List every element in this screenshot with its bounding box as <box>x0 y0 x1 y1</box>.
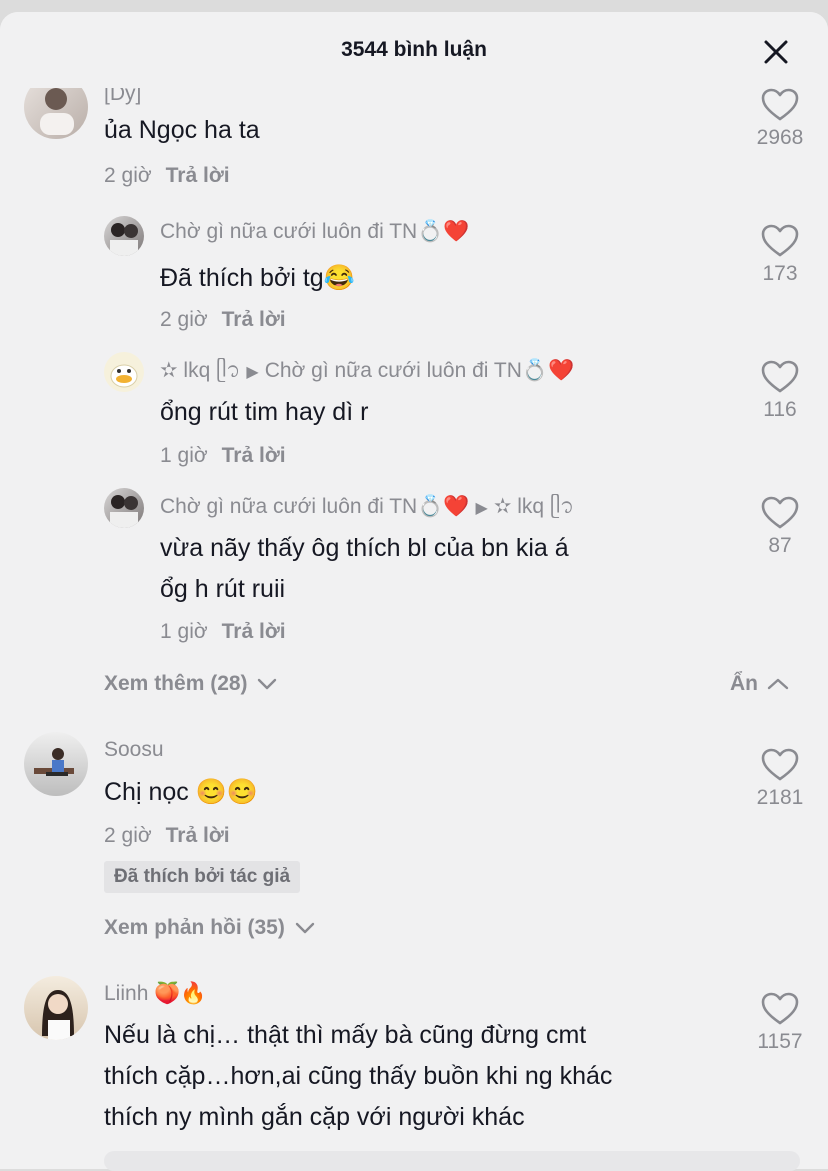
reply-to-user[interactable]: ✫ lkq ᥫ᭡ <box>494 495 574 518</box>
reply-button[interactable]: Trả lời <box>166 824 230 847</box>
comment-meta: 1 giờ Trả lời <box>160 444 286 468</box>
comment-username[interactable]: ✫ lkq ᥫ᭡ ▶ Chờ gì nữa cưới luôn đi TN💍❤️ <box>160 356 574 393</box>
caret-right-icon: ▶ <box>246 364 259 381</box>
comment-text: Nếu là chị… thật thì mấy bà cũng đừng cm… <box>104 1021 587 1049</box>
comment-meta: 2 giờ Trả lời <box>104 164 230 188</box>
like-button[interactable]: 1157 <box>740 992 820 1054</box>
comment-time: 1 giờ <box>160 620 208 643</box>
like-count: 87 <box>768 534 792 557</box>
comment-time: 2 giờ <box>104 164 152 187</box>
comment-meta: 1 giờ Trả lời <box>160 620 286 644</box>
comments-header: 3544 bình luận <box>0 12 828 88</box>
reply-button[interactable]: Trả lời <box>222 620 286 643</box>
reply-button[interactable]: Trả lời <box>166 164 230 187</box>
comments-sheet: 3544 bình luận [Dy] ủa Ngọc ha ta 2 giờ T… <box>0 12 828 1169</box>
comment-username[interactable]: Chờ gì nữa cưới luôn đi TN💍❤️ <box>160 220 470 244</box>
comment-time: 2 giờ <box>160 308 208 331</box>
heart-outline-icon <box>761 88 799 121</box>
chevron-up-icon <box>767 678 789 690</box>
comment-text: thích ny mình gắn cặp với người khác <box>104 1103 525 1131</box>
comment-text: ổg h rút ruii <box>160 575 286 603</box>
comment-text: ủa Ngọc ha ta <box>104 116 260 144</box>
avatar[interactable] <box>104 216 144 256</box>
reply-button[interactable]: Trả lời <box>222 444 286 467</box>
comment-text: thích cặp…hơn,ai cũng thấy buồn khi ng k… <box>104 1062 613 1090</box>
comment-text: ổng rút tim hay dì r <box>160 398 369 426</box>
comment-username[interactable]: Liinh 🍑🔥 <box>104 982 207 1006</box>
reply-button[interactable]: Trả lời <box>222 308 286 331</box>
like-count: 173 <box>762 262 798 285</box>
like-count: 116 <box>763 398 797 421</box>
comment-username[interactable]: Soosu <box>104 738 164 762</box>
avatar[interactable] <box>104 352 144 392</box>
comment-time: 1 giờ <box>160 444 208 467</box>
comment-time: 2 giờ <box>104 824 152 847</box>
comment-meta: 2 giờ Trả lời <box>104 824 230 848</box>
liked-by-creator-badge: Đã thích bởi tác giả <box>104 861 301 893</box>
like-count: 2968 <box>756 126 804 149</box>
like-button[interactable]: 116 <box>740 360 820 422</box>
comment-text: vừa nãy thấy ôg thích bl của bn kia á <box>160 534 569 562</box>
hide-replies-button[interactable]: Ẩn <box>730 672 789 696</box>
heart-outline-icon <box>761 224 799 257</box>
reply-author[interactable]: ✫ lkq ᥫ᭡ <box>160 359 240 382</box>
like-count: 2181 <box>756 786 804 809</box>
comment-input-bar[interactable] <box>104 1151 800 1171</box>
reply-author[interactable]: Chờ gì nữa cưới luôn đi TN💍❤️ <box>160 495 470 518</box>
heart-outline-icon <box>761 748 799 781</box>
caret-right-icon: ▶ <box>475 500 488 517</box>
comment-text: Đã thích bởi tg😂 <box>160 264 355 292</box>
chevron-down-icon <box>295 922 314 934</box>
like-button[interactable]: 173 <box>740 224 820 286</box>
like-button[interactable]: 2181 <box>740 748 820 810</box>
like-button[interactable]: 2968 <box>740 88 820 150</box>
heart-outline-icon <box>761 992 799 1025</box>
avatar[interactable] <box>104 488 144 528</box>
comments-count-title: 3544 bình luận <box>341 38 487 61</box>
like-count: 1157 <box>757 1030 803 1053</box>
heart-outline-icon <box>761 496 799 529</box>
avatar[interactable] <box>24 976 88 1040</box>
heart-outline-icon <box>761 360 799 393</box>
close-icon[interactable] <box>760 36 792 68</box>
comment-text: Chị nọc 😊😊 <box>104 778 258 806</box>
chevron-down-icon <box>258 678 277 690</box>
avatar[interactable] <box>24 732 88 796</box>
like-button[interactable]: 87 <box>740 496 820 558</box>
comment-username[interactable]: Chờ gì nữa cưới luôn đi TN💍❤️ ▶ ✫ lkq ᥫ᭡ <box>160 492 574 529</box>
reply-to-user[interactable]: Chờ gì nữa cưới luôn đi TN💍❤️ <box>265 359 575 382</box>
view-more-replies-button[interactable]: Xem thêm (28) <box>104 672 277 696</box>
view-replies-button[interactable]: Xem phản hồi (35) <box>104 916 315 940</box>
comment-meta: 2 giờ Trả lời <box>160 308 286 332</box>
